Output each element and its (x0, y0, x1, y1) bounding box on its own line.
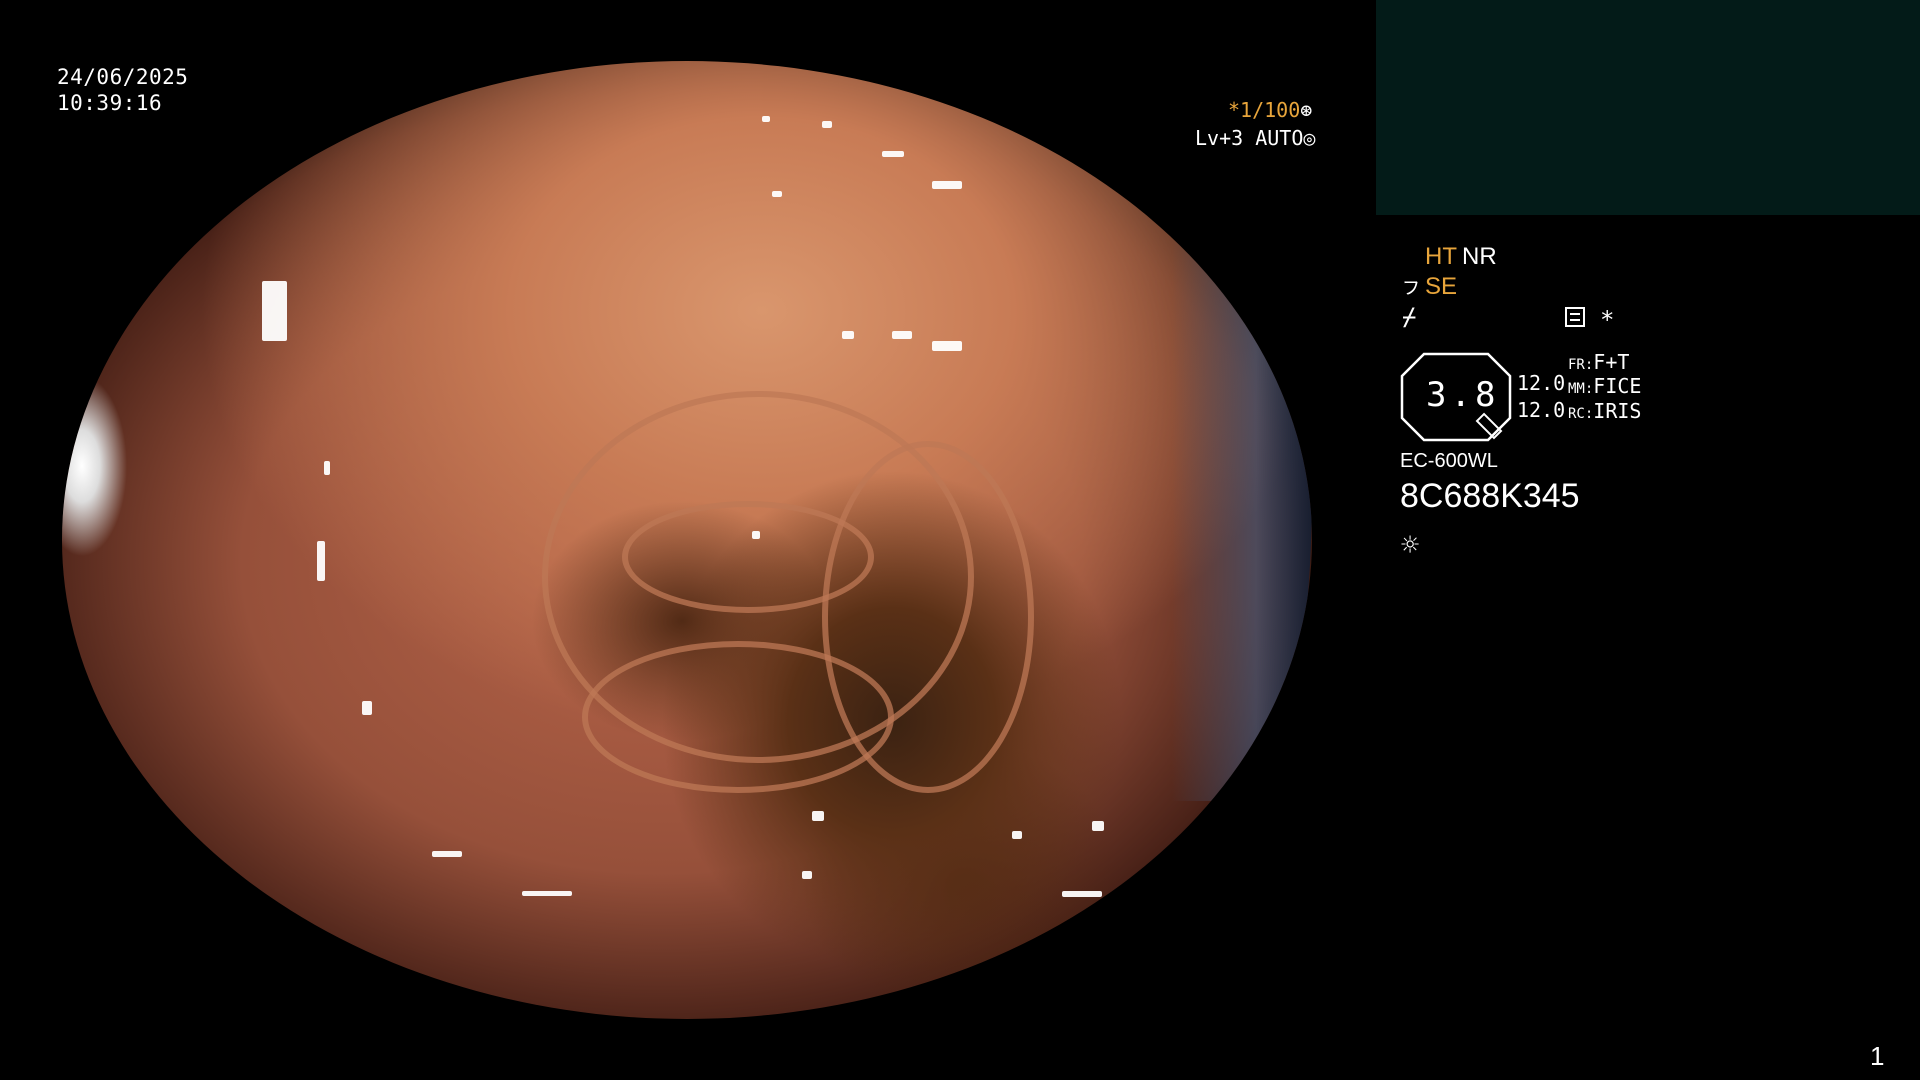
specular-highlight (822, 121, 832, 128)
specular-highlight (892, 331, 912, 339)
fr-value: F+T (1593, 350, 1630, 374)
shutter-readout: *1/100⊛ (1228, 100, 1312, 120)
specular-highlight (882, 151, 904, 157)
structure-icon: ㇷ (1400, 275, 1423, 300)
ht-indicator: HT (1425, 243, 1457, 270)
specular-highlight (812, 811, 824, 821)
specular-highlight (752, 531, 760, 539)
thumbnail-panel (1376, 0, 1920, 215)
specular-highlight (1012, 831, 1022, 839)
nr-indicator: NR (1462, 243, 1497, 270)
datetime: 24/06/2025 10:39:16 (57, 64, 188, 116)
time-text: 10:39:16 (57, 91, 163, 115)
fr-label: FR: (1568, 357, 1594, 373)
specular-highlight (772, 191, 782, 197)
page-number: 1 (1870, 1041, 1885, 1071)
specular-highlight (1062, 891, 1102, 897)
specular-highlight (262, 281, 287, 341)
mm-value: FICE (1593, 374, 1642, 398)
rc-value: IRIS (1593, 399, 1642, 423)
freeze-icon: ⌿ (1402, 303, 1417, 331)
shutter-icon: ⊛ (1300, 98, 1313, 122)
zoom-line1: 12.0 (1517, 371, 1566, 395)
scope-rim (1172, 181, 1312, 801)
light-icon: ☼ (1401, 528, 1420, 563)
specular-highlight (802, 871, 812, 879)
se-indicator: SE (1425, 273, 1458, 300)
specular-highlight (362, 701, 372, 715)
specular-highlight (432, 851, 462, 857)
memo-icon (1565, 307, 1585, 327)
endoscope-view (62, 61, 1312, 1019)
lumen-fold (822, 441, 1034, 793)
iris-icon: ◎ (1303, 126, 1316, 150)
scope-model: EC-600WL (1400, 450, 1498, 472)
mm-label: MM: (1568, 381, 1594, 397)
specular-highlight (842, 331, 854, 339)
date-text: 24/06/2025 (57, 65, 189, 89)
shutter-value: *1/100 (1228, 98, 1301, 122)
mm-mode: MM:FICE (1568, 376, 1641, 396)
rc-mode: RC:IRIS (1568, 401, 1641, 421)
zoom-line2: 12.0 (1517, 398, 1566, 422)
exposure-value: Lv+3 AUTO (1195, 126, 1304, 150)
specular-highlight (1092, 821, 1104, 831)
fr-mode: FR:F+T (1568, 352, 1629, 372)
rc-label: RC: (1568, 406, 1594, 422)
specular-highlight (932, 341, 962, 351)
specular-highlight (932, 181, 962, 189)
specular-highlight (324, 461, 330, 475)
star-indicator: * (1600, 306, 1615, 334)
specular-highlight (317, 541, 325, 581)
light-glare (62, 351, 142, 581)
exposure-readout: Lv+3 AUTO◎ (1195, 128, 1315, 148)
specular-highlight (762, 116, 770, 122)
specular-highlight (522, 891, 572, 896)
zoom-value: 3.8 (1426, 375, 1500, 415)
scope-serial: 8C688K345 (1400, 477, 1580, 515)
